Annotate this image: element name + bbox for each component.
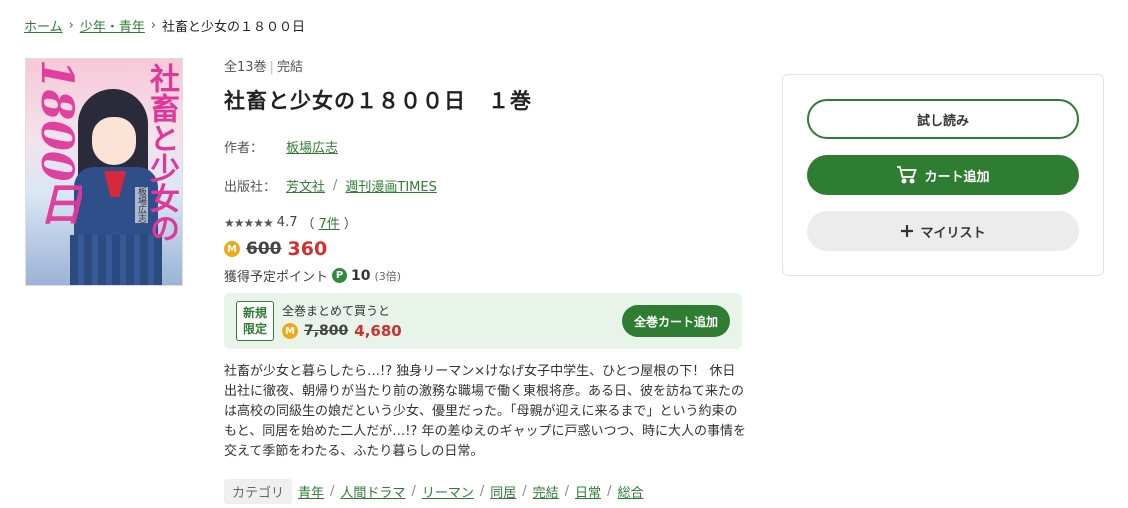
bundle-offer: 新規 限定 全巻まとめて買うと M 7,800 4,680 全巻カート追加 [224,293,742,349]
divider: | [269,60,274,75]
breadcrumb-home[interactable]: ホーム [24,16,63,35]
trial-read-button[interactable]: 試し読み [807,99,1079,139]
tag-link[interactable]: 同居 [490,482,516,501]
cover-illustration-face [92,117,136,165]
cover-author: 板場広志 [135,187,148,223]
divider: / [330,484,335,499]
add-to-cart-label: カート追加 [924,169,990,185]
sale-price: 360 [287,238,328,260]
add-to-mylist-button[interactable]: マイリスト [807,211,1079,251]
divider: / [607,484,612,499]
divider: / [522,484,527,499]
book-info: 全13巻 | 完結 社畜と少女の１８００日 １巻 作者： 板場広志 出版社： 芳文社… [224,56,744,285]
points-row: 獲得予定ポイント P 10 (3倍) [224,266,744,286]
badge-line: 限定 [242,322,267,336]
chevron-right-icon: › [150,18,157,33]
publisher-row: 出版社： 芳文社 / 週刊漫画TIMES [224,176,744,195]
rating-value: 4.7 [276,215,298,230]
points-multiplier: (3倍) [374,269,402,283]
mylist-label: マイリスト [920,225,986,241]
divider: / [333,178,338,193]
category-label: カテゴリ [224,479,293,504]
price-row: M 600 360 [224,238,744,260]
paren-close: ） [343,217,357,232]
publisher-link[interactable]: 芳文社 [286,176,325,195]
divider: / [411,484,416,499]
bundle-text: 全巻まとめて買うと M 7,800 4,680 [282,302,402,340]
point-icon: P [332,268,348,283]
chevron-right-icon: › [68,18,74,33]
coin-icon: M [282,323,298,339]
volume-meta: 全13巻 | 完結 [224,56,744,75]
review-count-link[interactable]: 7件 [319,213,340,232]
tag-link[interactable]: リーマン [422,482,474,501]
add-to-cart-button[interactable]: カート追加 [807,155,1079,195]
divider: / [479,484,485,499]
divider: / [564,484,570,499]
volume-count: 全13巻 [224,60,267,75]
paren-open: （ [301,217,315,232]
bundle-sale-price: 4,680 [354,322,402,340]
tag-link[interactable]: 人間ドラマ [340,482,405,501]
badge-line: 新規 [242,306,267,320]
tag-link[interactable]: 青年 [298,482,324,501]
description: 社畜が少女と暮らしたら…!? 独身リーマン×けなげ女子中学生、ひとつ屋根の下！ … [224,364,746,459]
author-link[interactable]: 板場広志 [286,137,338,156]
tag-link[interactable]: 完結 [533,482,559,501]
author-label: 作者： [224,141,264,156]
new-limited-badge: 新規 限定 [236,301,274,341]
book-cover[interactable]: 1800日 社畜と少女の 板場広志 [25,58,183,286]
cover-vertical-title: 社畜と少女の [144,63,179,243]
category-tags: カテゴリ 青年 / 人間ドラマ / リーマン / 同居 / 完結 / 日常 / … [224,479,643,504]
trial-read-label: 試し読み [916,113,969,129]
add-all-to-cart-button[interactable]: 全巻カート追加 [621,305,730,337]
points-label: 獲得予定ポイント [224,270,329,285]
breadcrumb: ホーム › 少年・青年 › 社畜と少女の１８００日 [24,16,305,35]
plus-icon [900,224,914,238]
tag-link[interactable]: 総合 [617,482,643,501]
bundle-prices: M 7,800 4,680 [282,322,402,340]
coin-icon: M [224,241,240,257]
bundle-original-price: 7,800 [304,323,349,339]
magazine-link[interactable]: 週刊漫画TIMES [345,176,436,195]
tag-link[interactable]: 日常 [575,482,601,501]
star-icon: ★★★★★ [224,215,274,230]
cart-icon [896,165,918,185]
bundle-caption: 全巻まとめて買うと [282,304,391,318]
completion-status: 完結 [276,60,303,75]
cover-number-title: 1800日 [31,59,82,226]
purchase-panel: 試し読み カート追加 マイリスト [782,74,1104,276]
rating: ★★★★★ 4.7 （ 7件） [224,213,744,232]
author-row: 作者： 板場広志 [224,137,744,156]
page-title: 社畜と少女の１８００日 １巻 [224,89,532,113]
publisher-label: 出版社： [224,180,277,195]
breadcrumb-current: 社畜と少女の１８００日 [162,20,306,35]
breadcrumb-category[interactable]: 少年・青年 [80,16,145,35]
original-price: 600 [246,239,282,259]
points-value: 10 [351,267,371,284]
